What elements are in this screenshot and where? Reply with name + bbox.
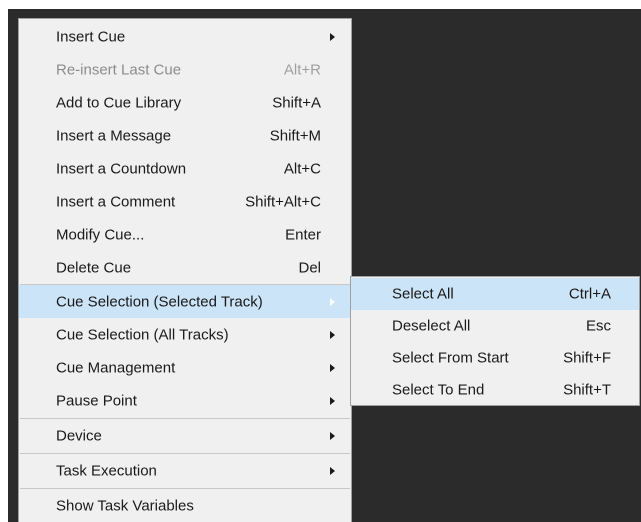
menu-item-label: Modify Cue...: [56, 226, 145, 243]
menu-item-show-task-variables[interactable]: Show Task Variables: [19, 489, 351, 522]
menu-item-task-execution[interactable]: Task Execution: [19, 454, 351, 487]
submenu-arrow-icon: [330, 396, 335, 405]
menu-item-label: Re-insert Last Cue: [56, 61, 182, 78]
menu-item-label: Cue Management: [56, 359, 176, 376]
menu-item-label: Task Execution: [56, 462, 157, 479]
submenu-item-select-all[interactable]: Select All Ctrl+A: [351, 278, 639, 310]
submenu-arrow-icon: [330, 297, 335, 306]
menu-item-shortcut: Enter: [285, 226, 321, 243]
menu-item-label: Insert a Message: [56, 127, 172, 144]
menu-item-label: Insert a Countdown: [56, 160, 187, 177]
menu-item-label: Select All: [392, 285, 454, 303]
menu-item-label: Insert Cue: [56, 28, 126, 45]
menu-item-insert-message[interactable]: Insert a Message Shift+M: [19, 119, 351, 152]
submenu-arrow-icon: [330, 330, 335, 339]
menu-item-label: Select To End: [392, 381, 485, 398]
menu-item-pause-point[interactable]: Pause Point: [19, 384, 351, 417]
menu-item-cue-selection-all-tracks[interactable]: Cue Selection (All Tracks): [19, 318, 351, 351]
menu-item-shortcut: Alt+C: [283, 160, 321, 177]
menu-item-reinsert-last-cue: Re-insert Last Cue Alt+R: [19, 53, 351, 86]
submenu-arrow-icon: [330, 466, 335, 475]
menu-item-label: Cue Selection (Selected Track): [56, 293, 263, 310]
menu-item-label: Device: [56, 427, 102, 444]
submenu-item-select-from-start[interactable]: Select From Start Shift+F: [351, 342, 639, 374]
context-menu: Insert Cue Re-insert Last Cue Alt+R Add …: [18, 18, 352, 522]
menu-item-shortcut: Esc: [585, 317, 611, 335]
menu-item-shortcut: Shift+F: [563, 349, 611, 367]
cue-selection-submenu: Select All Ctrl+A Deselect All Esc Selec…: [350, 276, 640, 406]
submenu-arrow-icon: [330, 431, 335, 440]
menu-item-cue-selection-selected-track[interactable]: Cue Selection (Selected Track): [19, 285, 351, 318]
menu-item-label: Show Task Variables: [56, 497, 194, 514]
menu-item-device[interactable]: Device: [19, 419, 351, 452]
submenu-item-select-to-end[interactable]: Select To End Shift+T: [351, 374, 639, 405]
submenu-arrow-icon: [330, 363, 335, 372]
menu-item-label: Add to Cue Library: [56, 94, 182, 111]
menu-item-shortcut: Shift+T: [563, 381, 611, 398]
menu-item-shortcut: Shift+M: [269, 127, 321, 144]
menu-item-insert-countdown[interactable]: Insert a Countdown Alt+C: [19, 152, 351, 185]
menu-item-shortcut: Shift+A: [272, 94, 321, 111]
menu-item-insert-cue[interactable]: Insert Cue: [19, 20, 351, 53]
menu-item-insert-comment[interactable]: Insert a Comment Shift+Alt+C: [19, 185, 351, 218]
menu-item-label: Deselect All: [392, 317, 471, 335]
menu-item-shortcut: Del: [298, 259, 321, 276]
menu-item-shortcut: Shift+Alt+C: [245, 193, 321, 210]
menu-item-add-to-cue-library[interactable]: Add to Cue Library Shift+A: [19, 86, 351, 119]
menu-item-label: Select From Start: [392, 349, 509, 367]
menu-item-label: Insert a Comment: [56, 193, 176, 210]
submenu-item-deselect-all[interactable]: Deselect All Esc: [351, 310, 639, 342]
menu-item-label: Delete Cue: [56, 259, 132, 276]
menu-item-modify-cue[interactable]: Modify Cue... Enter: [19, 218, 351, 251]
menu-item-cue-management[interactable]: Cue Management: [19, 351, 351, 384]
menu-item-shortcut: Alt+R: [283, 61, 321, 78]
menu-item-label: Pause Point: [56, 392, 137, 409]
submenu-arrow-icon: [330, 32, 335, 41]
menu-item-label: Cue Selection (All Tracks): [56, 326, 229, 343]
menu-item-delete-cue[interactable]: Delete Cue Del: [19, 251, 351, 284]
menu-item-shortcut: Ctrl+A: [568, 285, 611, 303]
